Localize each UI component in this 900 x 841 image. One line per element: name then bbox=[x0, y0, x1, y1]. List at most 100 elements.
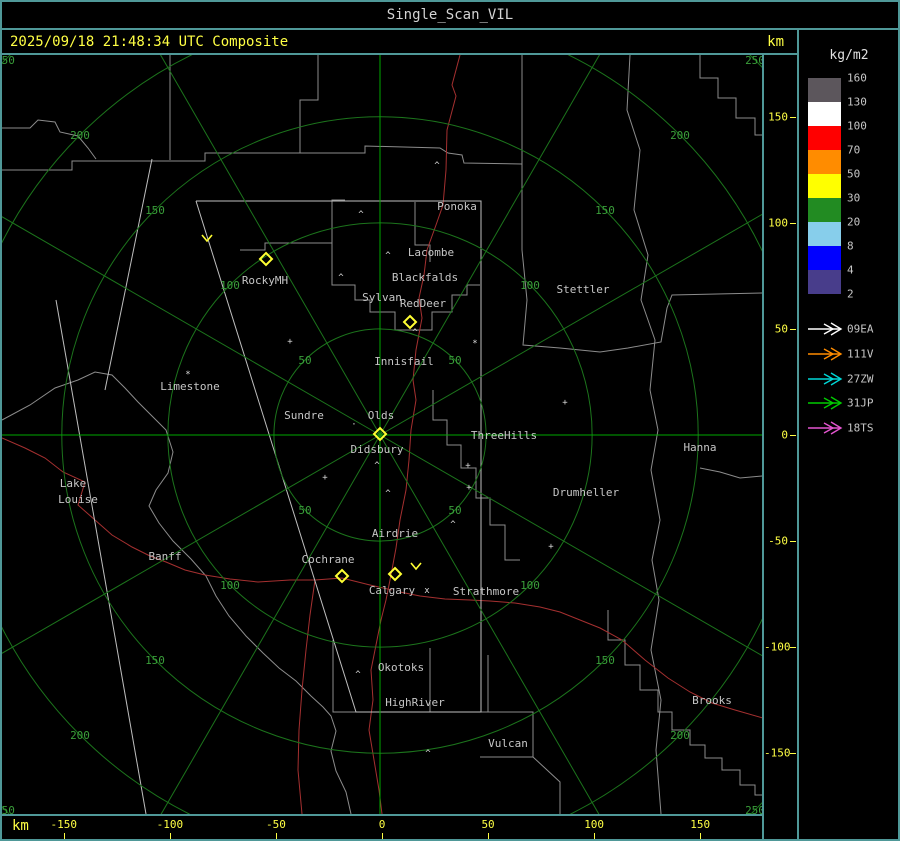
county-boundary bbox=[240, 199, 345, 251]
range-ring-label: 150 bbox=[145, 204, 165, 217]
storm-track-arrow-icon bbox=[808, 322, 843, 336]
y-axis-tick bbox=[790, 222, 796, 224]
range-ring-label: 50 bbox=[448, 504, 461, 517]
colorbar-swatch bbox=[808, 246, 841, 270]
city-label: Olds bbox=[368, 409, 395, 422]
range-ring-label: 200 bbox=[70, 729, 90, 742]
colorbar-value-label: 100 bbox=[847, 119, 867, 133]
town-marker: * bbox=[185, 370, 190, 380]
range-ring-label: 150 bbox=[595, 204, 615, 217]
radar-site-marker bbox=[402, 314, 418, 330]
city-label: Blackfalds bbox=[392, 271, 458, 284]
colorbar-value-label: 160 bbox=[847, 71, 867, 85]
range-ring-label: 50 bbox=[298, 504, 311, 517]
y-axis-tick-label: 150 bbox=[768, 110, 788, 124]
highway-line bbox=[1, 437, 393, 591]
city-label: Strathmore bbox=[453, 585, 519, 598]
town-marker: · bbox=[351, 420, 356, 430]
y-axis-tick-label: -50 bbox=[768, 534, 788, 548]
county-boundary bbox=[300, 145, 523, 165]
colorbar-value-label: 70 bbox=[847, 143, 861, 157]
city-label: Innisfail bbox=[374, 355, 434, 368]
city-label: Lacombe bbox=[408, 246, 454, 259]
x-axis-tick bbox=[169, 833, 171, 839]
colorbar-swatch bbox=[808, 126, 841, 150]
colorbar-swatch bbox=[808, 270, 841, 294]
colorbar-swatch bbox=[808, 198, 841, 222]
range-ring-label: 250 bbox=[2, 55, 15, 67]
colorbar-swatch bbox=[808, 150, 841, 174]
town-marker: ^ bbox=[450, 520, 456, 530]
x-axis-tick bbox=[594, 833, 596, 839]
status-bar: 2025/09/18 21:48:34 UTC Composite km bbox=[2, 31, 796, 53]
range-ring-label: 100 bbox=[220, 579, 240, 592]
range-ring-label: 200 bbox=[670, 729, 690, 742]
town-marker: + bbox=[287, 337, 293, 347]
y-axis-tick-label: 50 bbox=[774, 322, 788, 336]
colorbar-swatch bbox=[808, 222, 841, 246]
x-axis-tick-label: 150 bbox=[690, 818, 711, 831]
x-axis-tick bbox=[488, 833, 490, 839]
colorbar-value-label: 30 bbox=[847, 191, 861, 205]
town-marker: ^ bbox=[385, 251, 391, 261]
city-label: ThreeHills bbox=[471, 429, 537, 442]
town-marker: ^ bbox=[358, 210, 364, 220]
city-label: Sundre bbox=[284, 409, 324, 422]
storm-track-id-label: 18TS bbox=[847, 421, 874, 435]
titlebar-divider bbox=[0, 28, 900, 30]
county-boundary bbox=[521, 55, 763, 353]
range-ring-label: 50 bbox=[448, 354, 461, 367]
x-axis-tick-label: -50 bbox=[265, 818, 286, 831]
city-label: Didsbury bbox=[351, 443, 404, 456]
town-marker: + bbox=[466, 483, 472, 493]
city-label: Airdrie bbox=[372, 527, 418, 540]
city-label: Cochrane bbox=[302, 553, 355, 566]
county-boundary bbox=[699, 55, 762, 136]
y-axis-tick bbox=[790, 541, 796, 543]
town-marker: + bbox=[548, 542, 554, 552]
colorbar-unit-label: kg/m2 bbox=[829, 48, 869, 63]
y-axis-tick bbox=[790, 753, 796, 755]
storm-track-arrow-icon bbox=[808, 421, 843, 435]
range-ring-label: 250 bbox=[745, 804, 762, 814]
town-marker: ^ bbox=[374, 461, 380, 471]
town-marker: * bbox=[472, 339, 477, 349]
town-marker: ^ bbox=[338, 273, 344, 283]
city-label: Lake bbox=[60, 477, 87, 490]
range-ring-label: 250 bbox=[2, 804, 15, 814]
colorbar-swatch bbox=[808, 174, 841, 198]
azimuth-spoke bbox=[379, 134, 900, 436]
azimuth-spoke bbox=[128, 0, 381, 436]
city-label: Banff bbox=[148, 550, 181, 563]
county-boundary bbox=[607, 610, 762, 796]
colorbar-min-label: 2 bbox=[847, 287, 854, 301]
city-label: Hanna bbox=[683, 441, 716, 454]
city-label: Vulcan bbox=[488, 737, 528, 750]
storm-track-arrow-icon bbox=[808, 347, 843, 361]
range-ring-label: 100 bbox=[520, 279, 540, 292]
city-label: Ponoka bbox=[437, 200, 477, 213]
county-boundary bbox=[331, 243, 480, 331]
x-axis-unit-label: km bbox=[12, 818, 29, 834]
city-label: Stettler bbox=[557, 283, 610, 296]
colorbar-swatch bbox=[808, 102, 841, 126]
colorbar-swatch bbox=[808, 78, 841, 102]
timestamp-label: 2025/09/18 21:48:34 UTC Composite bbox=[10, 34, 289, 50]
radar-site-marker bbox=[334, 568, 350, 584]
y-axis: 150 100 50 0 -50 -100 -150 bbox=[764, 55, 797, 814]
map-canvas[interactable]: 50 50 50 50 100 100 100 100 150 150 150 150 200 200 20… bbox=[0, 0, 900, 841]
scan-sector-boundary bbox=[104, 158, 153, 391]
city-label: HighRiver bbox=[385, 696, 445, 709]
town-marker: ^ bbox=[412, 328, 418, 338]
city-label: Okotoks bbox=[378, 661, 424, 674]
city-label: RockyMH bbox=[242, 274, 288, 287]
x-axis-tick-label: -150 bbox=[50, 818, 78, 831]
radar-app: Single_Scan_VIL 2025/09/18 21:48:34 UTC … bbox=[0, 0, 900, 841]
range-ring-label: 100 bbox=[520, 579, 540, 592]
city-label: Drumheller bbox=[553, 486, 620, 499]
legend-panel: kg/m2 160 130 100 70 50 30 20 8 4 2 09EA 111V 27ZW 31… bbox=[799, 30, 898, 839]
town-marker: ^ bbox=[425, 749, 431, 759]
azimuth-spoke bbox=[0, 215, 381, 436]
town-marker: ^ bbox=[355, 670, 361, 680]
town-marker: ^ bbox=[385, 489, 391, 499]
